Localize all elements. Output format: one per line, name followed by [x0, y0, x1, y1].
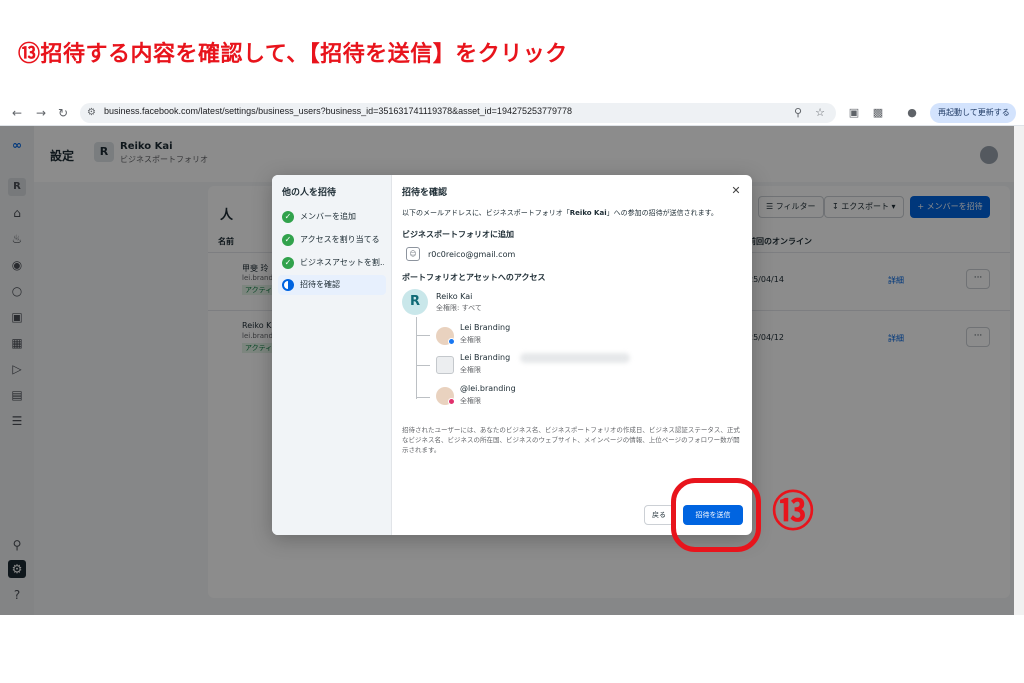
- description-prefix: 以下のメールアドレスに、ビジネスポートフォリオ「: [402, 209, 570, 217]
- tree-branch: [416, 335, 430, 336]
- invite-steps-sidebar: 他の人を招待 ✓ メンバーを追加 ✓ アクセスを割り当てる ✓ ビジネスアセット…: [272, 175, 392, 535]
- annotation-highlight-circle: [671, 478, 761, 552]
- description-business-name: Reiko Kai: [569, 209, 607, 217]
- star-icon[interactable]: ☆: [812, 104, 828, 122]
- page-scrollbar[interactable]: [1014, 126, 1024, 615]
- portfolio-name: Reiko Kai: [436, 292, 473, 301]
- step-label: ビジネスアセットを割…: [300, 258, 384, 267]
- check-circle-icon: ✓: [282, 257, 294, 269]
- url-text[interactable]: business.facebook.com/latest/settings/bu…: [104, 106, 572, 116]
- extensions-icon[interactable]: ▩: [870, 104, 886, 122]
- step-add-member[interactable]: ✓ メンバーを追加: [278, 207, 386, 227]
- ad-account-icon: [436, 356, 454, 374]
- portfolio-avatar: R: [402, 289, 428, 315]
- relaunch-label: 再起動して更新する: [938, 108, 1010, 117]
- tree-branch: [416, 365, 430, 366]
- tree-branch: [416, 397, 430, 398]
- instagram-icon: [448, 398, 455, 405]
- portfolio-permission: 全権限: すべて: [436, 304, 482, 312]
- asset-permission: 全権限: [460, 366, 481, 374]
- dialog-description: 以下のメールアドレスに、ビジネスポートフォリオ「Reiko Kai」への参加の招…: [402, 208, 718, 218]
- section-add-to-portfolio: ビジネスポートフォリオに追加: [402, 230, 514, 239]
- profile-icon[interactable]: ●: [904, 104, 920, 122]
- step-assign-access[interactable]: ✓ アクセスを割り当てる: [278, 230, 386, 250]
- dialog-title: 招待を確認: [402, 188, 448, 198]
- camera-icon[interactable]: ▣: [846, 104, 862, 122]
- site-info-icon[interactable]: ⚙: [87, 107, 96, 118]
- step-label: メンバーを追加: [300, 212, 356, 221]
- description-suffix: 」への参加の招待が送信されます。: [606, 209, 718, 217]
- step-label: アクセスを割り当てる: [300, 235, 380, 244]
- facebook-icon: [448, 338, 455, 345]
- asset-name: @lei.branding: [460, 384, 516, 393]
- zoom-icon[interactable]: ⚲: [790, 104, 806, 122]
- half-circle-icon: [282, 279, 294, 291]
- person-card-icon: ☺: [406, 247, 420, 261]
- asset-name: Lei Branding: [460, 323, 511, 332]
- check-circle-icon: ✓: [282, 234, 294, 246]
- arrow-right-icon[interactable]: →: [32, 104, 50, 122]
- relaunch-update-button[interactable]: 再起動して更新する ⋮: [930, 103, 1016, 137]
- invitee-email: r0c0reico@gmail.com: [428, 250, 516, 259]
- check-circle-icon: ✓: [282, 211, 294, 223]
- step-label: 招待を確認: [300, 280, 340, 289]
- step-review-invite[interactable]: 招待を確認: [278, 275, 386, 295]
- asset-permission: 全権限: [460, 397, 481, 405]
- address-bar[interactable]: ⚙ business.facebook.com/latest/settings/…: [80, 103, 836, 123]
- asset-permission: 全権限: [460, 336, 481, 344]
- steps-title: 他の人を招待: [282, 188, 337, 198]
- asset-name: Lei Branding: [460, 353, 511, 362]
- arrow-left-icon[interactable]: ←: [8, 104, 26, 122]
- back-button[interactable]: 戻る: [644, 505, 674, 525]
- invite-review-dialog: 他の人を招待 ✓ メンバーを追加 ✓ アクセスを割り当てる ✓ ビジネスアセット…: [272, 175, 752, 535]
- disclosure-note: 招待されたユーザーには、あなたのビジネス名、ビジネスポートフォリオの作成日、ビジ…: [402, 426, 740, 454]
- reload-icon[interactable]: ↻: [54, 104, 72, 122]
- section-portfolio-access: ポートフォリオとアセットへのアクセス: [402, 273, 546, 282]
- redacted-area: [520, 353, 630, 363]
- step-assign-assets[interactable]: ✓ ビジネスアセットを割…: [278, 253, 386, 273]
- instruction-caption: ⑬招待する内容を確認して、【招待を送信】をクリック: [18, 42, 568, 67]
- close-icon[interactable]: ✕: [728, 183, 744, 199]
- browser-toolbar: ← → ↻ ⚙ business.facebook.com/latest/set…: [0, 100, 1024, 137]
- tree-line: [416, 317, 417, 399]
- annotation-step-number: ⑬: [772, 487, 815, 536]
